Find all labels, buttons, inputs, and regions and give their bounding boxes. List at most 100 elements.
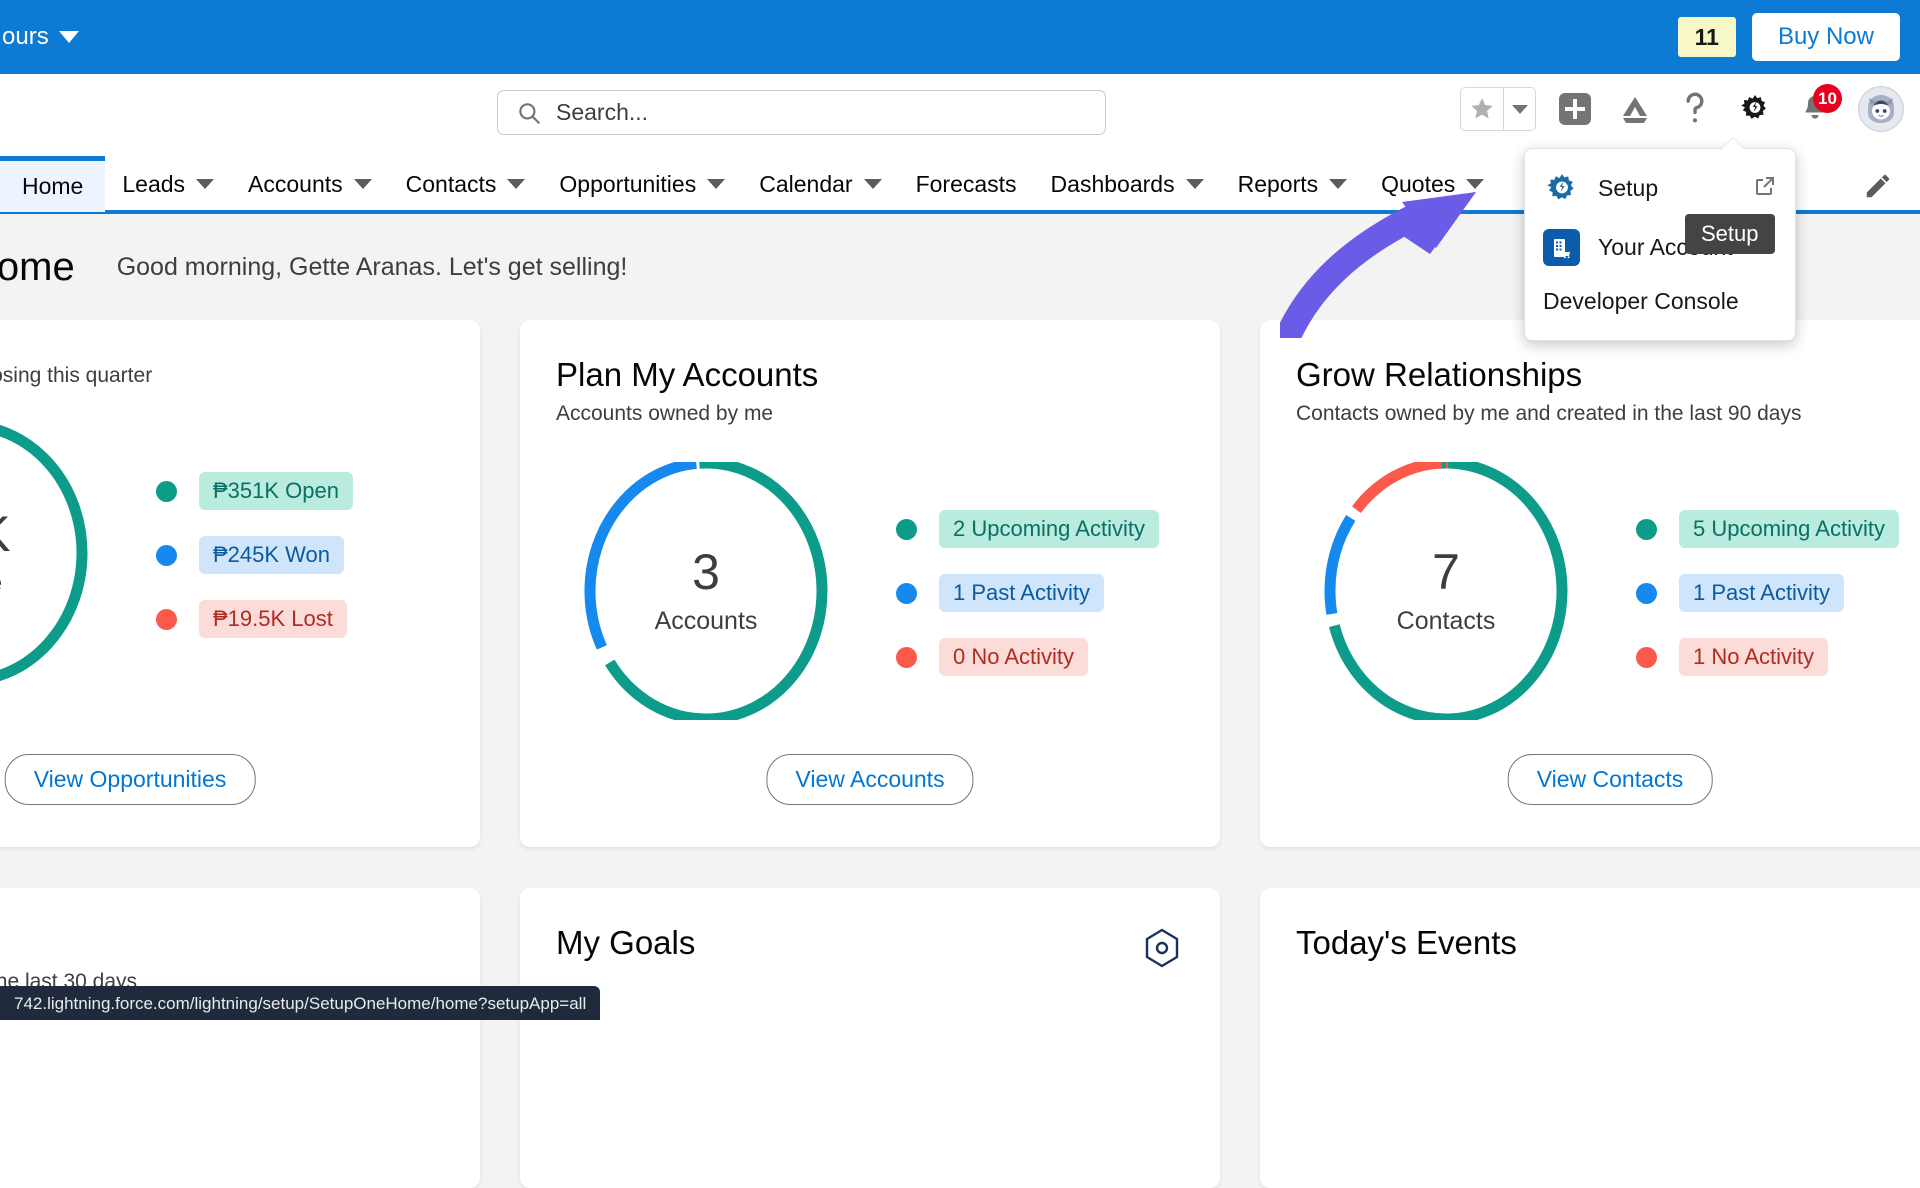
pencil-icon[interactable] xyxy=(1858,166,1898,206)
legend-label: 5 Upcoming Activity xyxy=(1679,510,1899,548)
legend-label: 1 Past Activity xyxy=(1679,574,1844,612)
legend-dot-none xyxy=(896,647,917,668)
legend-item: ₱19.5K Lost xyxy=(156,600,353,638)
setup-gear-icon[interactable] xyxy=(1734,88,1776,130)
chevron-down-icon[interactable] xyxy=(1466,179,1484,189)
legend-dot-upcoming xyxy=(1636,519,1657,540)
legend-dot-upcoming xyxy=(896,519,917,540)
chevron-down-icon[interactable] xyxy=(196,179,214,189)
favorites-group[interactable] xyxy=(1460,87,1536,131)
legend-item: 0 No Activity xyxy=(896,638,1159,676)
chevron-down-icon[interactable] xyxy=(354,179,372,189)
nav-item-forecasts[interactable]: Forecasts xyxy=(899,156,1034,212)
donut-chart-contacts: 7 Contacts xyxy=(1296,462,1596,720)
legend-dot-past xyxy=(1636,583,1657,604)
nav-label: Forecasts xyxy=(916,171,1017,198)
trial-banner: ours 11 Buy Now xyxy=(0,0,1920,74)
view-accounts-button[interactable]: View Accounts xyxy=(766,754,973,805)
help-question-icon[interactable] xyxy=(1674,88,1716,130)
donut-value: 16K xyxy=(0,509,10,559)
legend-label: 1 No Activity xyxy=(1679,638,1828,676)
global-actions-plus-icon[interactable] xyxy=(1554,88,1596,130)
legend-label: 1 Past Activity xyxy=(939,574,1104,612)
legend-dot-none xyxy=(1636,647,1657,668)
card-subtitle: Accounts owned by me xyxy=(556,402,1184,426)
nav-item-dashboards[interactable]: Dashboards xyxy=(1034,156,1221,212)
nav-item-calendar[interactable]: Calendar xyxy=(742,156,898,212)
einstein-goals-icon[interactable] xyxy=(1144,928,1180,973)
global-search-box[interactable]: Search... xyxy=(497,90,1106,135)
chevron-down-icon[interactable] xyxy=(1186,179,1204,189)
card-quarterly-performance: wned by me and closing this quarter 16K … xyxy=(0,320,480,847)
card-my-goals: My Goals xyxy=(520,888,1220,1188)
search-input[interactable]: Search... xyxy=(556,99,648,126)
donut-label: ipeline xyxy=(0,569,2,598)
legend-item: ₱245K Won xyxy=(156,536,353,574)
nav-label: Reports xyxy=(1238,171,1319,198)
donut-label: Accounts xyxy=(655,607,758,636)
nav-item-accounts[interactable]: Accounts xyxy=(231,156,389,212)
user-avatar[interactable] xyxy=(1858,86,1904,132)
donut-value: 7 xyxy=(1432,547,1460,597)
nav-label: Opportunities xyxy=(559,171,696,198)
chevron-down-icon[interactable] xyxy=(707,179,725,189)
legend-item: 1 No Activity xyxy=(1636,638,1899,676)
legend-dot-open xyxy=(156,481,177,502)
donut-label: Contacts xyxy=(1397,607,1496,636)
menu-item-developer-console[interactable]: Developer Console xyxy=(1525,277,1795,326)
nav-label: Quotes xyxy=(1381,171,1455,198)
dashboard-cards-row-2: ne me and created in the last 30 days My… xyxy=(0,888,1920,1188)
your-account-building-icon xyxy=(1543,229,1580,266)
header-icon-group: 10 xyxy=(1460,86,1904,132)
notification-count-badge: 10 xyxy=(1813,84,1842,113)
nav-item-opportunities[interactable]: Opportunities xyxy=(542,156,742,212)
search-icon xyxy=(516,100,542,126)
menu-label: Developer Console xyxy=(1543,288,1739,315)
nav-label: Home xyxy=(22,173,83,200)
nav-item-leads[interactable]: Leads xyxy=(105,156,231,212)
nav-item-home[interactable]: Home xyxy=(0,156,105,212)
nav-item-quotes[interactable]: Quotes xyxy=(1364,156,1501,212)
menu-item-setup[interactable]: Setup xyxy=(1525,159,1795,218)
legend-item: 1 Past Activity xyxy=(896,574,1159,612)
card-assistant: ne me and created in the last 30 days xyxy=(0,888,480,1188)
card-title: ne xyxy=(0,924,444,962)
card-title: Grow Relationships xyxy=(1296,356,1920,394)
legend-dot-past xyxy=(896,583,917,604)
status-bar-url: 742.lightning.force.com/lightning/setup/… xyxy=(0,986,600,1020)
legend-item: 1 Past Activity xyxy=(1636,574,1899,612)
legend-label: ₱351K Open xyxy=(199,472,353,510)
nav-label: Dashboards xyxy=(1051,171,1175,198)
page-title: Home xyxy=(0,245,75,290)
chevron-down-icon[interactable] xyxy=(507,179,525,189)
menu-label: Setup xyxy=(1598,175,1658,202)
view-opportunities-button[interactable]: View Opportunities xyxy=(5,754,256,805)
legend-item: ₱351K Open xyxy=(156,472,353,510)
donut-chart-quarterly: 16K ipeline xyxy=(0,424,116,682)
notifications-bell-icon[interactable]: 10 xyxy=(1794,88,1836,130)
trailhead-icon[interactable] xyxy=(1614,88,1656,130)
favorites-star-icon[interactable] xyxy=(1461,88,1503,130)
buy-now-button[interactable]: Buy Now xyxy=(1752,13,1900,61)
legend-label: ₱19.5K Lost xyxy=(199,600,347,638)
favorites-dropdown-icon[interactable] xyxy=(1503,88,1535,130)
nav-item-reports[interactable]: Reports xyxy=(1221,156,1365,212)
card-title: Plan My Accounts xyxy=(556,356,1184,394)
view-contacts-button[interactable]: View Contacts xyxy=(1508,754,1713,805)
card-todays-events: Today's Events xyxy=(1260,888,1920,1188)
setup-tooltip: Setup xyxy=(1685,214,1775,254)
legend-item: 5 Upcoming Activity xyxy=(1636,510,1899,548)
chevron-down-icon[interactable] xyxy=(864,179,882,189)
trial-org-label: ours xyxy=(2,23,49,51)
chart-legend: 2 Upcoming Activity 1 Past Activity 0 No… xyxy=(896,506,1159,676)
legend-label: 2 Upcoming Activity xyxy=(939,510,1159,548)
trial-org-dropdown[interactable]: ours xyxy=(2,23,79,51)
nav-item-contacts[interactable]: Contacts xyxy=(389,156,543,212)
card-plan-my-accounts: Plan My Accounts Accounts owned by me 3 … xyxy=(520,320,1220,847)
chart-legend: 5 Upcoming Activity 1 Past Activity 1 No… xyxy=(1636,506,1899,676)
chevron-down-icon[interactable] xyxy=(1329,179,1347,189)
greeting-message: Good morning, Gette Aranas. Let's get se… xyxy=(117,253,628,282)
setup-gear-icon xyxy=(1543,170,1580,207)
card-subtitle: Contacts owned by me and created in the … xyxy=(1296,402,1920,426)
legend-label: ₱245K Won xyxy=(199,536,344,574)
